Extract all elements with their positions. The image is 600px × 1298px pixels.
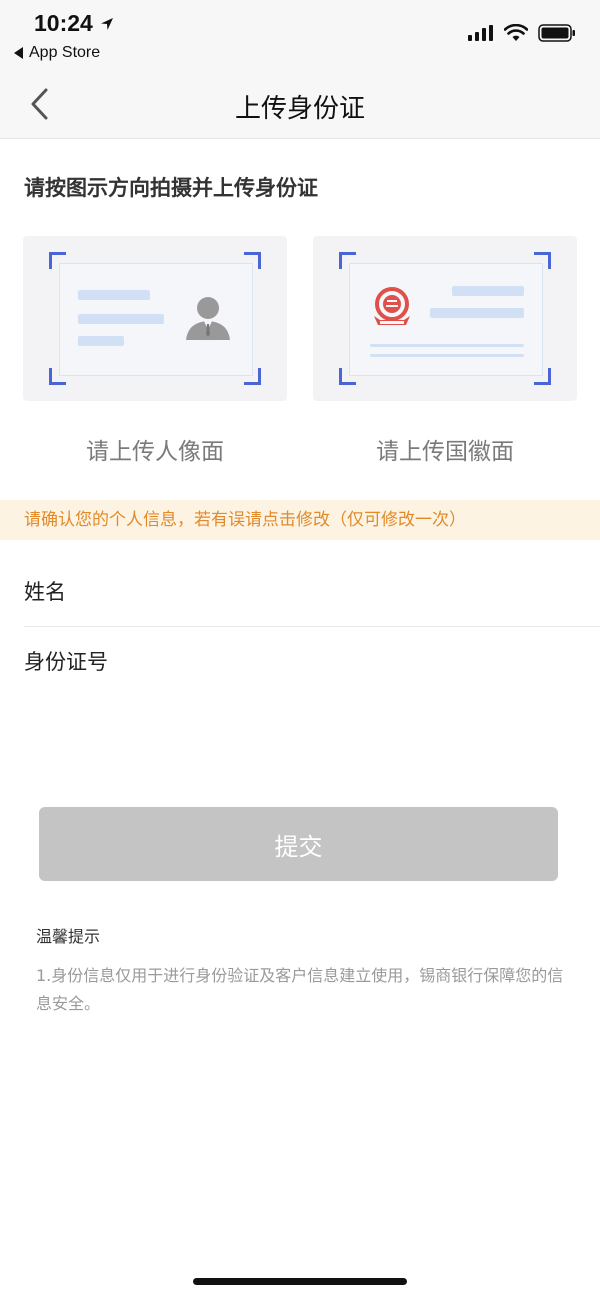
national-emblem-icon [374, 287, 410, 325]
frame-corner [339, 368, 356, 385]
back-to-app-label: App Store [29, 44, 101, 61]
status-time: 10:24 [34, 10, 115, 37]
back-to-app-link[interactable]: App Store [14, 44, 100, 62]
upload-instruction: 请按图示方向拍摄并上传身份证 [24, 176, 318, 200]
text-line-placeholder [78, 314, 164, 324]
submit-button[interactable]: 提交 [39, 807, 558, 881]
status-indicators [468, 24, 576, 42]
id-back-upload-card[interactable] [313, 236, 577, 401]
name-field-row[interactable]: 姓名 [24, 556, 600, 627]
id-number-label: 身份证号 [24, 650, 108, 674]
text-line-placeholder [370, 344, 524, 347]
text-line-placeholder [370, 354, 524, 357]
wifi-icon [504, 24, 528, 41]
frame-corner [534, 368, 551, 385]
page-title: 上传身份证 [234, 94, 365, 124]
location-arrow-icon [100, 17, 113, 30]
name-label: 姓名 [24, 580, 66, 604]
frame-corner [49, 252, 66, 269]
id-back-caption: 请上传国徽面 [376, 439, 514, 465]
id-number-field-row[interactable]: 身份证号 [24, 626, 600, 696]
id-front-upload-card[interactable] [23, 236, 287, 401]
status-time-text: 10:24 [34, 10, 93, 36]
id-back-illustration [349, 263, 543, 376]
status-bar: 10:24 App Store [0, 0, 600, 70]
signal-icon [468, 25, 493, 41]
text-line-placeholder [78, 290, 150, 300]
frame-corner [339, 252, 356, 269]
frame-corner [244, 252, 261, 269]
home-indicator [193, 1278, 407, 1285]
tips-title: 温馨提示 [36, 927, 101, 946]
frame-corner [534, 252, 551, 269]
tips-text: 1.身份信息仅用于进行身份验证及客户信息建立使用，锡商银行保障您的信息安全。 [36, 966, 564, 1013]
frame-corner [49, 368, 66, 385]
person-avatar-icon [186, 297, 230, 340]
back-triangle-icon [14, 47, 23, 59]
confirm-info-notice: 请确认您的个人信息，若有误请点击修改（仅可修改一次） [0, 500, 600, 540]
text-line-placeholder [452, 286, 524, 296]
id-front-caption: 请上传人像面 [86, 439, 224, 465]
battery-icon [538, 24, 575, 42]
text-line-placeholder [78, 336, 124, 346]
id-front-illustration [59, 263, 253, 376]
frame-corner [244, 368, 261, 385]
nav-bar: 上传身份证 [0, 70, 600, 139]
text-line-placeholder [430, 308, 524, 318]
